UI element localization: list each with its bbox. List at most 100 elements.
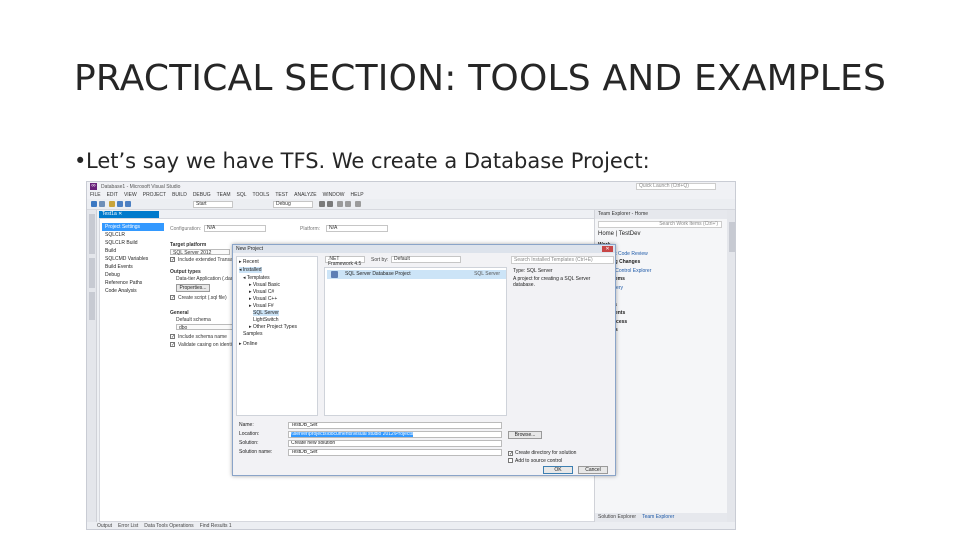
team-explorer-home[interactable]: Home | TestDev [598,231,640,237]
platform-combo[interactable]: N/A [326,225,388,232]
template-tree-item[interactable]: ▸ Other Project Types [249,324,297,330]
template-tree-item[interactable]: ▸ Visual Basic [249,282,280,288]
save-icon[interactable] [117,201,123,207]
properties-nav-item[interactable]: Project Settings [102,223,164,231]
dialog-title: New Project [233,245,615,253]
name-input[interactable]: TestDB_Set [288,422,502,429]
database-project-icon [331,271,338,278]
properties-nav-item[interactable]: SQLCMD Variables [102,255,164,263]
config-row: Configuration: N/A Platform: N/A [170,225,450,233]
menu-analyze[interactable]: ANALYZE [294,191,316,199]
include-schema-checkbox[interactable]: ✓ [170,334,175,340]
properties-nav-item[interactable]: SQLCLR [102,231,164,239]
ok-button[interactable]: OK [543,466,573,474]
menu-sql[interactable]: SQL [236,191,246,199]
output-tab[interactable]: Find Results 1 [200,522,232,529]
cancel-button[interactable]: Cancel [578,466,608,474]
panel-bottom-tab[interactable]: Team Explorer [642,514,674,520]
template-list: SQL Server Database Project SQL Server [324,267,507,416]
template-tree-item[interactable]: ▸ Visual C# [249,289,274,295]
menu-project[interactable]: PROJECT [143,191,166,199]
output-tab[interactable]: Data Tools Operations [144,522,193,529]
template-tree-item[interactable]: LightSwitch [253,317,279,323]
add-source-control-label: Add to source control [515,458,563,464]
create-directory-option[interactable]: ✓ Create directory for solution [508,450,576,457]
template-tree-item[interactable]: ◂ Installed [239,267,262,273]
vs-menubar: FILE EDIT VIEW PROJECT BUILD DEBUG TEAM SQL TOOL… [87,191,735,199]
forward-icon[interactable] [99,201,105,207]
template-tree-item[interactable]: SQL Server [253,310,279,316]
framework-combo[interactable]: .NET Framework 4.5 [325,256,365,267]
open-folder-icon[interactable] [109,201,115,207]
menu-team[interactable]: TEAM [217,191,231,199]
save-all-icon[interactable] [125,201,131,207]
default-schema-input[interactable]: dbo [176,324,236,331]
config-combo[interactable]: Debug [273,201,313,208]
template-sql-server-database-project[interactable]: SQL Server Database Project SQL Server [327,270,506,279]
tool-icon[interactable] [345,201,351,207]
menu-test[interactable]: TEST [275,191,288,199]
template-search-input[interactable]: Search Installed Templates (Ctrl+E) [511,256,614,264]
output-tab[interactable]: Output [97,522,112,529]
tool-icon[interactable] [319,201,325,207]
properties-nav-item[interactable]: Code Analysis [102,287,164,295]
solution-name-input[interactable]: TestDB_Set [288,449,502,456]
sort-combo[interactable]: Default [391,256,461,263]
target-platform-combo[interactable]: SQL Server 2012 [170,249,230,256]
properties-nav-item[interactable]: SQLCLR Build [102,239,164,247]
output-tab[interactable]: Error List [118,522,138,529]
menu-view[interactable]: VIEW [124,191,137,199]
menu-edit[interactable]: EDIT [107,191,118,199]
solution-combo[interactable]: Create new solution [288,440,502,447]
template-tree-item[interactable]: ▸ Visual C++ [249,296,277,302]
template-tree-item[interactable]: ▸ Recent [239,259,259,265]
sql-object-explorer-tab[interactable] [89,292,95,320]
dialog-close-button[interactable]: ✕ [602,246,613,252]
include-ext-checkbox[interactable]: ✓ [170,257,175,263]
visual-studio-screenshot: ∞ Database1 - Microsoft Visual Studio Qu… [86,181,736,530]
description-type: Type: SQL Server [513,268,553,274]
create-script-checkbox[interactable]: ✓ [170,295,175,301]
quick-launch-input[interactable]: Quick Launch (Ctrl+Q) [636,183,716,190]
tool-icon[interactable] [337,201,343,207]
menu-file[interactable]: FILE [90,191,101,199]
properties-button[interactable]: Properties... [176,284,210,292]
work-items-search[interactable]: Search Work Items (Ctrl+') [598,221,722,228]
right-tool-strip [727,210,735,522]
new-project-dialog: New Project ✕ ▸ Recent ◂ Installed ◂ Templ… [232,244,616,476]
properties-nav-item[interactable]: Reference Paths [102,279,164,287]
panel-bottom-tab[interactable]: Solution Explorer [598,514,636,520]
tool-icon[interactable] [327,201,333,207]
properties-tab[interactable] [729,222,735,252]
start-button[interactable]: Start [193,201,233,208]
properties-nav-item[interactable]: Build Events [102,263,164,271]
framework-row: .NET Framework 4.5 Sort by: Default [325,256,505,267]
menu-debug[interactable]: DEBUG [193,191,211,199]
menu-tools[interactable]: TOOLS [253,191,270,199]
toolbox-tab[interactable] [89,258,95,288]
menu-build[interactable]: BUILD [172,191,187,199]
server-explorer-tab[interactable] [89,214,95,254]
browse-button[interactable]: Browse... [508,431,542,439]
template-tree-item[interactable]: ▸ Online [239,341,257,347]
tool-icon[interactable] [355,201,361,207]
configuration-combo[interactable]: N/A [204,225,266,232]
slide-title: PRACTICAL SECTION: TOOLS AND EXAMPLES [74,58,887,99]
properties-nav-item[interactable]: Build [102,247,164,255]
validate-casing-checkbox[interactable]: ✓ [170,342,175,348]
template-tree-item[interactable]: ▸ Visual F# [249,303,274,309]
doc-tab[interactable]: Test1a ✕ [99,211,159,218]
properties-nav-item[interactable]: Debug [102,271,164,279]
general-label: General [170,310,189,316]
location-input[interactable]: \\server\projects\documents\visual studi… [288,431,502,438]
menu-window[interactable]: WINDOW [323,191,345,199]
template-tree-item[interactable]: Samples [243,331,262,337]
menu-help[interactable]: HELP [351,191,364,199]
left-tool-strip [87,210,97,522]
add-source-control-checkbox[interactable] [508,458,513,463]
create-directory-checkbox[interactable]: ✓ [508,451,513,457]
template-tree-item[interactable]: ◂ Templates [243,275,270,281]
add-source-control-option[interactable]: Add to source control [508,458,562,464]
back-icon[interactable] [91,201,97,207]
template-tree: ▸ Recent ◂ Installed ◂ Templates ▸ Visual B… [236,256,318,416]
